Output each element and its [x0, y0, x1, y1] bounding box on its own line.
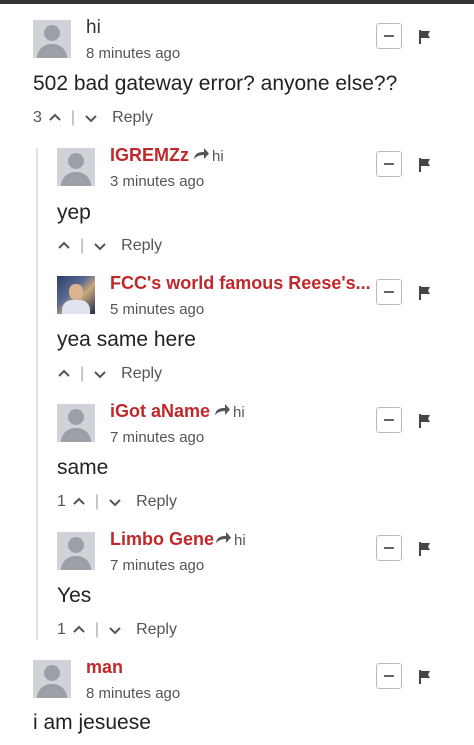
- comment-actions: 1 | Reply: [57, 621, 177, 639]
- reply-arrow-icon: [215, 404, 230, 415]
- divider: |: [80, 365, 85, 382]
- collapse-button[interactable]: [376, 407, 402, 433]
- comment-timestamp[interactable]: 7 minutes ago: [110, 429, 204, 446]
- collapse-button[interactable]: [376, 535, 402, 561]
- flag-icon[interactable]: [418, 669, 432, 685]
- comment-author[interactable]: Limbo Gene: [110, 529, 214, 550]
- comment-text: yep: [57, 201, 91, 224]
- comment-timestamp[interactable]: 3 minutes ago: [110, 173, 204, 190]
- comment-text: i am jesuese: [33, 711, 151, 734]
- comment-actions: 3 | Reply: [33, 109, 153, 127]
- collapse-button[interactable]: [376, 279, 402, 305]
- chevron-up-icon[interactable]: [72, 495, 86, 509]
- flag-icon[interactable]: [418, 29, 432, 45]
- chevron-up-icon[interactable]: [72, 623, 86, 637]
- reply-button[interactable]: Reply: [121, 365, 162, 383]
- divider: |: [94, 493, 100, 510]
- reply-button[interactable]: Reply: [112, 109, 153, 127]
- comment-author[interactable]: iGot aName: [110, 401, 210, 422]
- chevron-down-icon[interactable]: [93, 239, 107, 253]
- flag-icon[interactable]: [418, 285, 432, 301]
- chevron-up-icon[interactable]: [48, 111, 62, 125]
- comment-author[interactable]: FCC's world famous Reese's...: [110, 273, 371, 294]
- avatar[interactable]: [57, 404, 95, 442]
- comment-text: 502 bad gateway error? anyone else??: [33, 72, 398, 95]
- comment-author[interactable]: IGREMZz: [110, 145, 189, 166]
- vote-count: 1: [57, 621, 66, 638]
- vote-count: 1: [57, 493, 66, 510]
- divider: |: [70, 109, 76, 126]
- top-bar: [0, 0, 474, 4]
- comment-timestamp[interactable]: 8 minutes ago: [86, 685, 180, 702]
- reply-arrow-icon: [194, 148, 209, 159]
- comment-text: same: [57, 456, 109, 479]
- chevron-down-icon[interactable]: [108, 623, 122, 637]
- chevron-down-icon[interactable]: [84, 111, 98, 125]
- reply-to-name[interactable]: hi: [234, 532, 246, 549]
- reply-to-name[interactable]: hi: [212, 148, 224, 165]
- comment-actions: 1 | Reply: [57, 493, 177, 511]
- vote-count: 3: [33, 109, 42, 126]
- collapse-button[interactable]: [376, 151, 402, 177]
- flag-icon[interactable]: [418, 413, 432, 429]
- thread-line: [36, 148, 38, 640]
- reply-button[interactable]: Reply: [136, 493, 177, 511]
- reply-button[interactable]: Reply: [121, 237, 162, 255]
- flag-icon[interactable]: [418, 541, 432, 557]
- divider: |: [94, 621, 100, 638]
- comment-author[interactable]: man: [86, 657, 123, 678]
- avatar[interactable]: [57, 532, 95, 570]
- comment-author[interactable]: hi: [86, 17, 101, 39]
- chevron-down-icon[interactable]: [108, 495, 122, 509]
- reply-arrow-icon: [216, 532, 231, 543]
- avatar[interactable]: [33, 20, 71, 58]
- comment-timestamp[interactable]: 7 minutes ago: [110, 557, 204, 574]
- comment-actions: | Reply: [57, 237, 162, 255]
- flag-icon[interactable]: [418, 157, 432, 173]
- reply-to-name[interactable]: hi: [233, 404, 245, 421]
- avatar[interactable]: [57, 148, 95, 186]
- chevron-down-icon[interactable]: [93, 367, 107, 381]
- comment-text: yea same here: [57, 328, 196, 351]
- collapse-button[interactable]: [376, 23, 402, 49]
- chevron-up-icon[interactable]: [57, 367, 71, 381]
- collapse-button[interactable]: [376, 663, 402, 689]
- reply-button[interactable]: Reply: [136, 621, 177, 639]
- comment-actions: | Reply: [57, 365, 162, 383]
- avatar[interactable]: [33, 660, 71, 698]
- comment-text: Yes: [57, 584, 92, 607]
- chevron-up-icon[interactable]: [57, 239, 71, 253]
- comment-timestamp[interactable]: 8 minutes ago: [86, 45, 180, 62]
- avatar[interactable]: [57, 276, 95, 314]
- comment-timestamp[interactable]: 5 minutes ago: [110, 301, 204, 318]
- divider: |: [80, 237, 85, 254]
